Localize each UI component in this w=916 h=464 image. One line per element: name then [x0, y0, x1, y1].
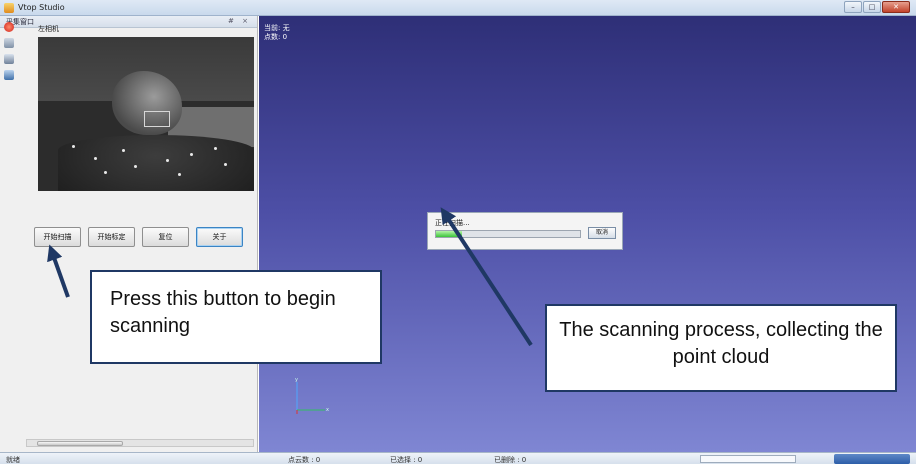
status-progress — [700, 455, 796, 463]
reset-button[interactable]: 复位 — [142, 227, 189, 247]
title-bar: Vtop Studio – □ ✕ — [0, 0, 916, 16]
scan-button-row: 开始扫描 开始标定 复位 关于 — [34, 227, 243, 247]
panel-controls[interactable]: # × — [228, 17, 251, 25]
maximize-button[interactable]: □ — [863, 1, 881, 13]
close-button[interactable]: ✕ — [882, 1, 910, 13]
start-scan-button[interactable]: 开始扫描 — [34, 227, 81, 247]
panel-scrollbar[interactable] — [26, 439, 254, 447]
cancel-button[interactable]: 取消 — [588, 227, 616, 239]
window-title: Vtop Studio — [18, 3, 65, 12]
scan-progress-dialog: 正在扫描... 取消 — [427, 212, 623, 250]
current-item-text: 当前: 无 — [264, 24, 290, 32]
app-logo-icon — [4, 3, 14, 13]
status-bar: 就绪 点云数 : 0 已选择 : 0 已删除 : 0 — [0, 452, 916, 464]
camera-label: 左相机 — [38, 25, 59, 33]
minimize-button[interactable]: – — [844, 1, 862, 13]
point-count-text: 点数: 0 — [264, 33, 288, 41]
taskbar-tray — [834, 454, 910, 464]
progress-bar — [435, 230, 581, 238]
axis-indicator: y x — [295, 377, 329, 414]
status-deleted: 已删除 : 0 — [494, 456, 527, 464]
window-controls: – □ ✕ — [844, 1, 910, 13]
progress-fill — [436, 231, 462, 237]
region-box — [144, 111, 170, 127]
start-calibration-button[interactable]: 开始标定 — [88, 227, 135, 247]
callout-scan-button: Press this button to begin scanning — [90, 270, 382, 364]
progress-text: 正在扫描... — [435, 219, 470, 227]
y-axis-label: y — [295, 377, 298, 383]
about-button[interactable]: 关于 — [196, 227, 243, 247]
callout-scan-process: The scanning process, collecting the poi… — [545, 304, 897, 392]
camera-preview — [38, 37, 254, 191]
status-point-count: 点云数 : 0 — [288, 456, 321, 464]
scrollbar-thumb[interactable] — [37, 441, 123, 446]
monitor-icon[interactable] — [4, 54, 14, 64]
record-icon[interactable] — [4, 22, 14, 32]
viewport-info: 当前: 无 点数: 0 — [264, 24, 290, 42]
camera-icon[interactable] — [4, 38, 14, 48]
x-axis-label: x — [326, 407, 329, 413]
status-selected: 已选择 : 0 — [390, 456, 423, 464]
network-icon[interactable] — [4, 70, 14, 80]
side-toolstrip — [4, 22, 16, 80]
status-ready: 就绪 — [6, 456, 20, 464]
